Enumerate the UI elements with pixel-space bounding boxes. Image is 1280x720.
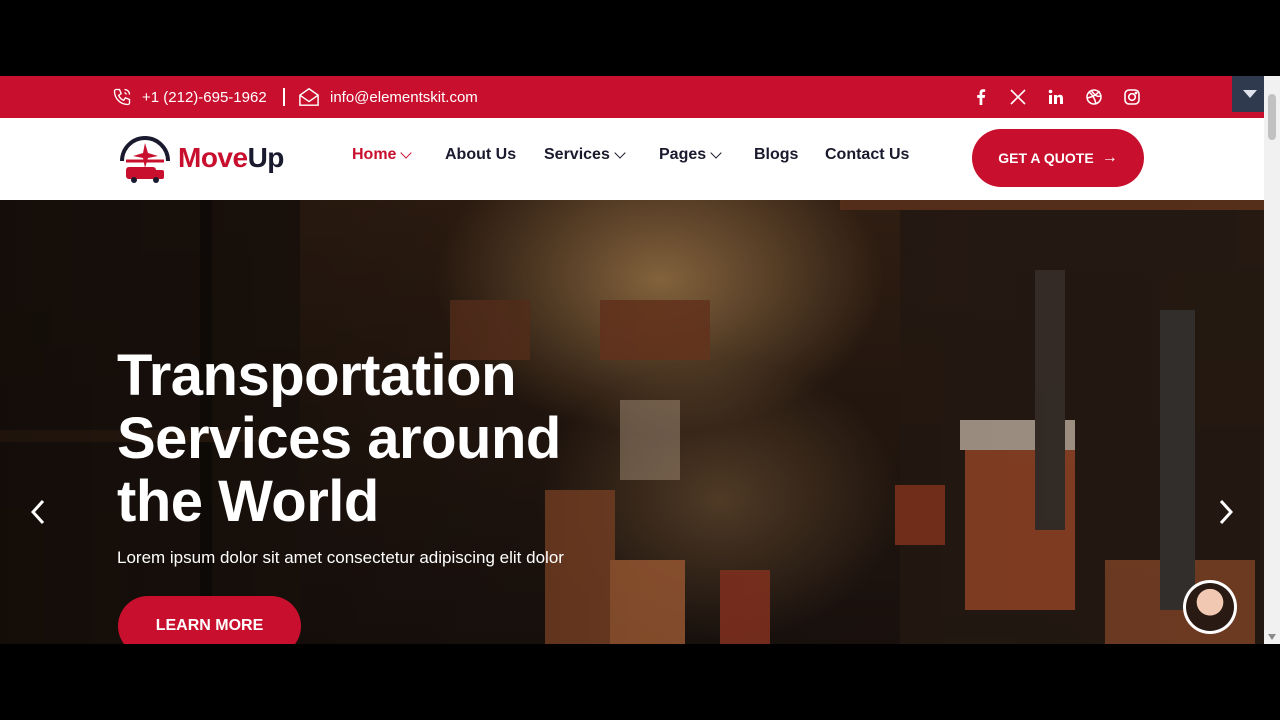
hero-title: Transportation Services around the World <box>117 344 637 533</box>
x-icon <box>1010 89 1026 105</box>
logo-emblem-icon <box>120 136 170 183</box>
chevron-down-icon <box>710 147 722 159</box>
slider-prev-button[interactable] <box>24 490 52 534</box>
get-a-quote-button[interactable]: GET A QUOTE → <box>972 129 1144 187</box>
chat-avatar[interactable] <box>1183 580 1237 634</box>
mail-icon <box>299 87 319 106</box>
nav-services[interactable]: Services <box>544 146 626 164</box>
dribbble-icon <box>1086 89 1102 105</box>
chevron-left-icon <box>31 499 45 525</box>
logo-text-up: Up <box>247 142 285 173</box>
hero-subtitle: Lorem ipsum dolor sit amet consectetur a… <box>117 548 564 567</box>
instagram-link[interactable] <box>1120 76 1144 118</box>
nav-pages[interactable]: Pages <box>659 146 722 164</box>
chevron-right-icon <box>1219 499 1233 525</box>
nav-contact-label: Contact Us <box>825 146 910 163</box>
quote-button-label: GET A QUOTE <box>998 150 1094 166</box>
scroll-down-arrow[interactable] <box>1268 634 1276 640</box>
scrollbar-thumb[interactable] <box>1268 94 1276 140</box>
panel-toggle-button[interactable] <box>1232 76 1268 112</box>
instagram-icon <box>1124 89 1140 105</box>
arrow-right-icon: → <box>1101 149 1118 166</box>
facebook-link[interactable] <box>969 76 993 118</box>
site-logo[interactable]: MoveUp <box>116 131 284 185</box>
x-link[interactable] <box>1006 76 1030 118</box>
linkedin-link[interactable] <box>1044 76 1068 118</box>
email-address: info@elementskit.com <box>330 88 478 106</box>
nav-about-us[interactable]: About Us <box>445 146 516 164</box>
phone-number: +1 (212)-695-1962 <box>142 88 267 106</box>
nav-home[interactable]: Home <box>352 146 413 164</box>
slider-next-button[interactable] <box>1212 490 1240 534</box>
caret-down-icon <box>1243 90 1257 98</box>
chevron-down-icon <box>614 147 626 159</box>
linkedin-icon <box>1048 89 1063 104</box>
nav-home-label: Home <box>352 146 397 163</box>
phone-contact[interactable]: +1 (212)-695-1962 <box>112 76 267 118</box>
site-header: MoveUp Home About Us Services Pages Blog… <box>0 118 1264 200</box>
nav-contact-us[interactable]: Contact Us <box>825 146 909 164</box>
divider <box>283 88 285 106</box>
nav-services-label: Services <box>544 146 610 163</box>
facebook-icon <box>977 89 986 105</box>
avatar-image <box>1186 583 1234 631</box>
top-bar: +1 (212)-695-1962 info@elementskit.com <box>0 76 1264 118</box>
nav-pages-label: Pages <box>659 146 707 163</box>
nav-about-label: About Us <box>445 146 517 163</box>
hero-title-line-1: Transportation <box>117 343 517 408</box>
hero-title-line-2: Services around <box>117 406 561 471</box>
logo-text-move: Move <box>178 142 248 173</box>
dribbble-link[interactable] <box>1082 76 1106 118</box>
hero-title-line-3: the World <box>117 469 379 534</box>
page-scrollbar[interactable] <box>1264 76 1280 644</box>
learn-more-button[interactable]: LEARN MORE <box>118 596 301 644</box>
chevron-down-icon <box>400 147 413 159</box>
nav-blogs-label: Blogs <box>754 146 799 163</box>
email-contact[interactable]: info@elementskit.com <box>298 76 478 118</box>
logo-text: MoveUp <box>178 142 284 174</box>
hero-slider: Transportation Services around the World… <box>0 200 1264 644</box>
nav-blogs[interactable]: Blogs <box>754 146 798 164</box>
browser-viewport: +1 (212)-695-1962 info@elementskit.com M… <box>0 76 1280 644</box>
phone-icon <box>113 88 131 106</box>
